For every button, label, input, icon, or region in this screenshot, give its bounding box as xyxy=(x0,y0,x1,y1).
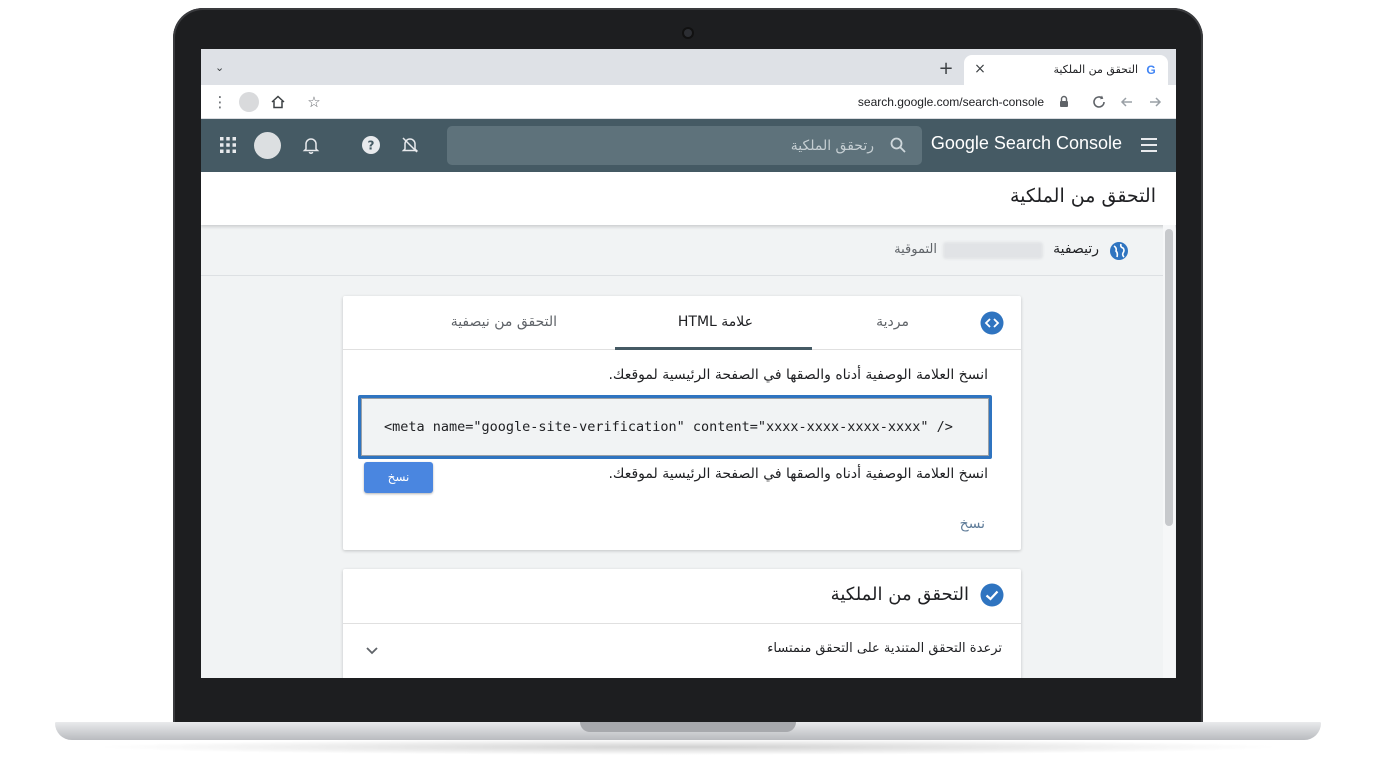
account-avatar[interactable] xyxy=(254,132,281,159)
search-console-header: ? Google Search Console xyxy=(201,119,1176,172)
browser-toolbar: ⋮ ☆ search.google.com/search-console xyxy=(201,85,1176,119)
tab-method-1[interactable]: مردية xyxy=(876,314,909,330)
address-bar[interactable]: ☆ search.google.com/search-console xyxy=(298,90,1082,114)
svg-text:?: ? xyxy=(368,139,375,153)
apps-grid-icon[interactable] xyxy=(219,136,237,154)
laptop-notch xyxy=(580,722,796,732)
home-icon[interactable] xyxy=(268,92,288,112)
tab-title: التحقق من الملكية xyxy=(1053,63,1138,76)
help-icon[interactable]: ? xyxy=(361,135,381,155)
search-box[interactable] xyxy=(447,126,922,165)
kebab-menu-icon[interactable]: ⋮ xyxy=(210,92,230,112)
page-title-bar: التحقق من الملكية xyxy=(201,172,1176,225)
star-icon[interactable]: ☆ xyxy=(304,92,324,112)
close-icon[interactable]: × xyxy=(972,61,988,77)
bell-off-icon[interactable] xyxy=(400,135,420,155)
browser-tab[interactable]: × التحقق من الملكية G xyxy=(964,55,1168,85)
meta-tag-code[interactable]: <meta name="google-site-verification" co… xyxy=(384,419,953,435)
ownership-expand-row[interactable]: ترعدة التحقق المتندية على التحقق منمتساء xyxy=(343,623,1021,675)
lock-icon[interactable] xyxy=(1056,94,1072,110)
meta-tag-box[interactable]: <meta name="google-site-verification" co… xyxy=(358,395,992,459)
search-input[interactable] xyxy=(474,126,874,165)
browser-window: ⌄ + × التحقق من الملكية G ⋮ ☆ search.goo… xyxy=(201,49,1176,678)
page-title: التحقق من الملكية xyxy=(1010,185,1156,207)
product-logo[interactable]: Google Search Console xyxy=(931,133,1122,154)
method-tabs: مردية علامة HTML التحقق من نيصفية xyxy=(343,296,1021,350)
copy-button[interactable]: نسخ xyxy=(364,462,433,493)
reload-icon[interactable] xyxy=(1089,92,1109,112)
active-tab-indicator xyxy=(615,347,812,350)
property-label: رتيصفية xyxy=(1053,241,1099,257)
property-subtext: التموقية xyxy=(894,242,937,257)
laptop-mockup: ⌄ + × التحقق من الملكية G ⋮ ☆ search.goo… xyxy=(0,0,1376,768)
instruction-text-2: انسخ العلامة الوصفية أدناه والصقها في ال… xyxy=(608,466,988,482)
webcam xyxy=(684,29,692,37)
laptop-shadow xyxy=(90,739,1286,755)
profile-avatar[interactable] xyxy=(239,92,259,112)
search-icon[interactable] xyxy=(889,136,907,154)
redacted-property-url xyxy=(943,242,1043,259)
tab-strip: ⌄ + × التحقق من الملكية G xyxy=(201,49,1176,85)
copy-link[interactable]: نسخ xyxy=(960,516,985,532)
scrollbar-thumb[interactable] xyxy=(1165,229,1173,526)
back-arrow-icon[interactable] xyxy=(1117,92,1137,112)
instruction-text: انسخ العلامة الوصفية أدناه والصقها في ال… xyxy=(608,367,988,383)
property-row: رتيصفية التموقية xyxy=(201,225,1163,276)
check-circle-icon xyxy=(980,583,1004,607)
ownership-card: التحقق من الملكية ترعدة التحقق المتندية … xyxy=(343,569,1021,678)
globe-icon xyxy=(1109,241,1129,261)
new-tab-button[interactable]: + xyxy=(937,60,955,78)
tab-method-3[interactable]: التحقق من نيصفية xyxy=(451,314,557,330)
meta-tag-inner: <meta name="google-site-verification" co… xyxy=(361,398,989,456)
url-text: search.google.com/search-console xyxy=(857,95,1044,109)
tab-search-menu[interactable]: ⌄ xyxy=(215,61,224,74)
verification-method-card: مردية علامة HTML التحقق من نيصفية انسخ ا… xyxy=(343,296,1021,550)
forward-arrow-icon[interactable] xyxy=(1145,92,1165,112)
code-icon xyxy=(980,311,1004,335)
google-favicon-icon: G xyxy=(1146,63,1156,77)
hamburger-icon[interactable] xyxy=(1140,137,1158,153)
bell-icon[interactable] xyxy=(301,135,321,155)
chevron-down-icon[interactable] xyxy=(363,641,381,659)
tab-html-tag[interactable]: علامة HTML xyxy=(678,314,753,330)
ownership-title: التحقق من الملكية xyxy=(830,584,969,605)
ownership-row-text: ترعدة التحقق المتندية على التحقق منمتساء xyxy=(767,641,1002,656)
